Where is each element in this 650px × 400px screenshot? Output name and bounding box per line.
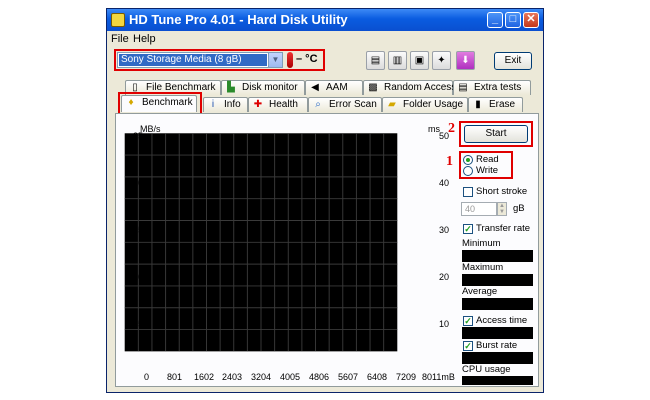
x-tick: 1602: [194, 372, 215, 382]
benchmark-panel: MB/s ms 25 20 15 10 5 50 40 30 20 10 0 8…: [115, 113, 539, 387]
minimum-label: Minimum: [462, 238, 501, 249]
read-label: Read: [476, 154, 499, 165]
copy-screen-icon[interactable]: ▥: [388, 51, 407, 70]
cpu-usage-label: CPU usage: [462, 364, 511, 375]
start-button[interactable]: Start: [464, 125, 528, 143]
menu-file[interactable]: File: [111, 33, 129, 45]
window-title: HD Tune Pro 4.01 - Hard Disk Utility: [129, 12, 348, 27]
x-tick: 4806: [309, 372, 330, 382]
tab-error-scan[interactable]: ⌕ Error Scan: [308, 97, 382, 112]
y-right-tick: 40: [439, 178, 450, 188]
title-bar[interactable]: HD Tune Pro 4.01 - Hard Disk Utility _ □…: [107, 9, 543, 31]
exit-button[interactable]: Exit: [494, 52, 532, 70]
y-left-tick: 20: [133, 178, 144, 188]
burst-rate-checkbox[interactable]: ✓: [463, 341, 473, 351]
trash-icon: ▮: [475, 99, 481, 110]
tab-info[interactable]: i Info: [203, 97, 248, 112]
y-left-tick: 25: [133, 131, 144, 141]
tab-folder-usage[interactable]: ▰ Folder Usage: [382, 97, 468, 112]
x-tick: 2403: [222, 372, 243, 382]
write-label: Write: [476, 165, 498, 176]
benchmark-chart: [124, 133, 398, 352]
app-icon: [111, 13, 125, 27]
x-tick: 3204: [251, 372, 272, 382]
save-icon[interactable]: ▣: [410, 51, 429, 70]
x-tick: 4005: [280, 372, 301, 382]
stroke-spin-icon[interactable]: ▲ ▼: [497, 202, 507, 216]
tab-random-access[interactable]: ▩ Random Access: [363, 80, 456, 95]
y-right-tick: 10: [439, 319, 450, 329]
access-time-value: [462, 327, 533, 339]
annotation-marker-1: 1: [446, 154, 453, 169]
burst-rate-label: Burst rate: [476, 340, 518, 351]
average-value: [462, 298, 533, 310]
transfer-rate-label: Transfer rate: [476, 223, 531, 234]
stroke-unit: gB: [513, 203, 525, 214]
x-tick: 6408: [367, 372, 388, 382]
app-window: HD Tune Pro 4.01 - Hard Disk Utility _ □…: [106, 8, 544, 393]
cpu-usage-value: [462, 376, 533, 385]
minimize-button[interactable]: _: [487, 12, 503, 28]
copy-info-icon[interactable]: ▤: [366, 51, 385, 70]
y-left-tick: 10: [133, 272, 144, 282]
average-label: Average: [462, 286, 498, 297]
magnifier-icon: ⌕: [315, 99, 321, 110]
tab-health[interactable]: ✚ Health: [248, 97, 308, 112]
menu-help[interactable]: Help: [133, 33, 156, 45]
document-icon: ▤: [458, 82, 468, 93]
speaker-icon: ◀: [311, 82, 319, 93]
chart-icon: ▙: [227, 82, 235, 93]
close-button[interactable]: ✕: [523, 12, 539, 28]
chart-grid: [124, 133, 398, 352]
menu-bar: File Help: [107, 31, 543, 47]
x-tick: 0: [144, 372, 150, 382]
options-icon[interactable]: ✦: [432, 51, 451, 70]
maximize-button[interactable]: □: [505, 12, 521, 28]
tab-aam[interactable]: ◀ AAM: [305, 80, 363, 95]
y-right-tick: 20: [439, 272, 450, 282]
x-tick: 7209: [396, 372, 417, 382]
info-icon: i: [211, 99, 215, 110]
short-stroke-checkbox[interactable]: [463, 187, 473, 197]
x-tick: 801: [167, 372, 183, 382]
tab-extra-tests[interactable]: ▤ Extra tests: [453, 80, 531, 95]
x-tick: 8011mB: [422, 372, 455, 382]
folder-icon: ▰: [388, 99, 396, 110]
maximum-value: [462, 274, 533, 286]
minimum-value: [462, 250, 533, 262]
access-time-label: Access time: [476, 315, 528, 326]
tab-erase[interactable]: ▮ Erase: [468, 97, 523, 112]
annotation-marker-2: 2: [448, 121, 455, 136]
health-cross-icon: ✚: [253, 99, 263, 110]
maximum-label: Maximum: [462, 262, 504, 273]
highlight-drive-box: [114, 49, 325, 71]
toolbar: Sony Storage Media (8 gB) ▼ – °C ▤ ▥ ▣ ✦…: [107, 47, 543, 75]
y-left-tick: 5: [138, 319, 144, 329]
write-radio[interactable]: [463, 166, 473, 176]
short-stroke-label: Short stroke: [476, 186, 528, 197]
random-icon: ▩: [368, 82, 378, 93]
y-left-tick: 15: [133, 225, 144, 235]
y-right-tick: 30: [439, 225, 450, 235]
y-left-unit: MB/s: [140, 124, 161, 134]
access-time-checkbox[interactable]: ✓: [463, 316, 473, 326]
transfer-rate-checkbox[interactable]: ✓: [463, 224, 473, 234]
short-stroke-input[interactable]: 40: [461, 202, 497, 216]
x-axis: 0 801 1602 2403 3204 4005 4806 5607 6408…: [116, 372, 456, 384]
burst-rate-value: [462, 352, 533, 364]
read-radio[interactable]: [463, 155, 473, 165]
download-icon[interactable]: ⬇: [456, 51, 475, 70]
x-tick: 5607: [338, 372, 359, 382]
tab-disk-monitor[interactable]: ▙ Disk monitor: [221, 80, 305, 95]
